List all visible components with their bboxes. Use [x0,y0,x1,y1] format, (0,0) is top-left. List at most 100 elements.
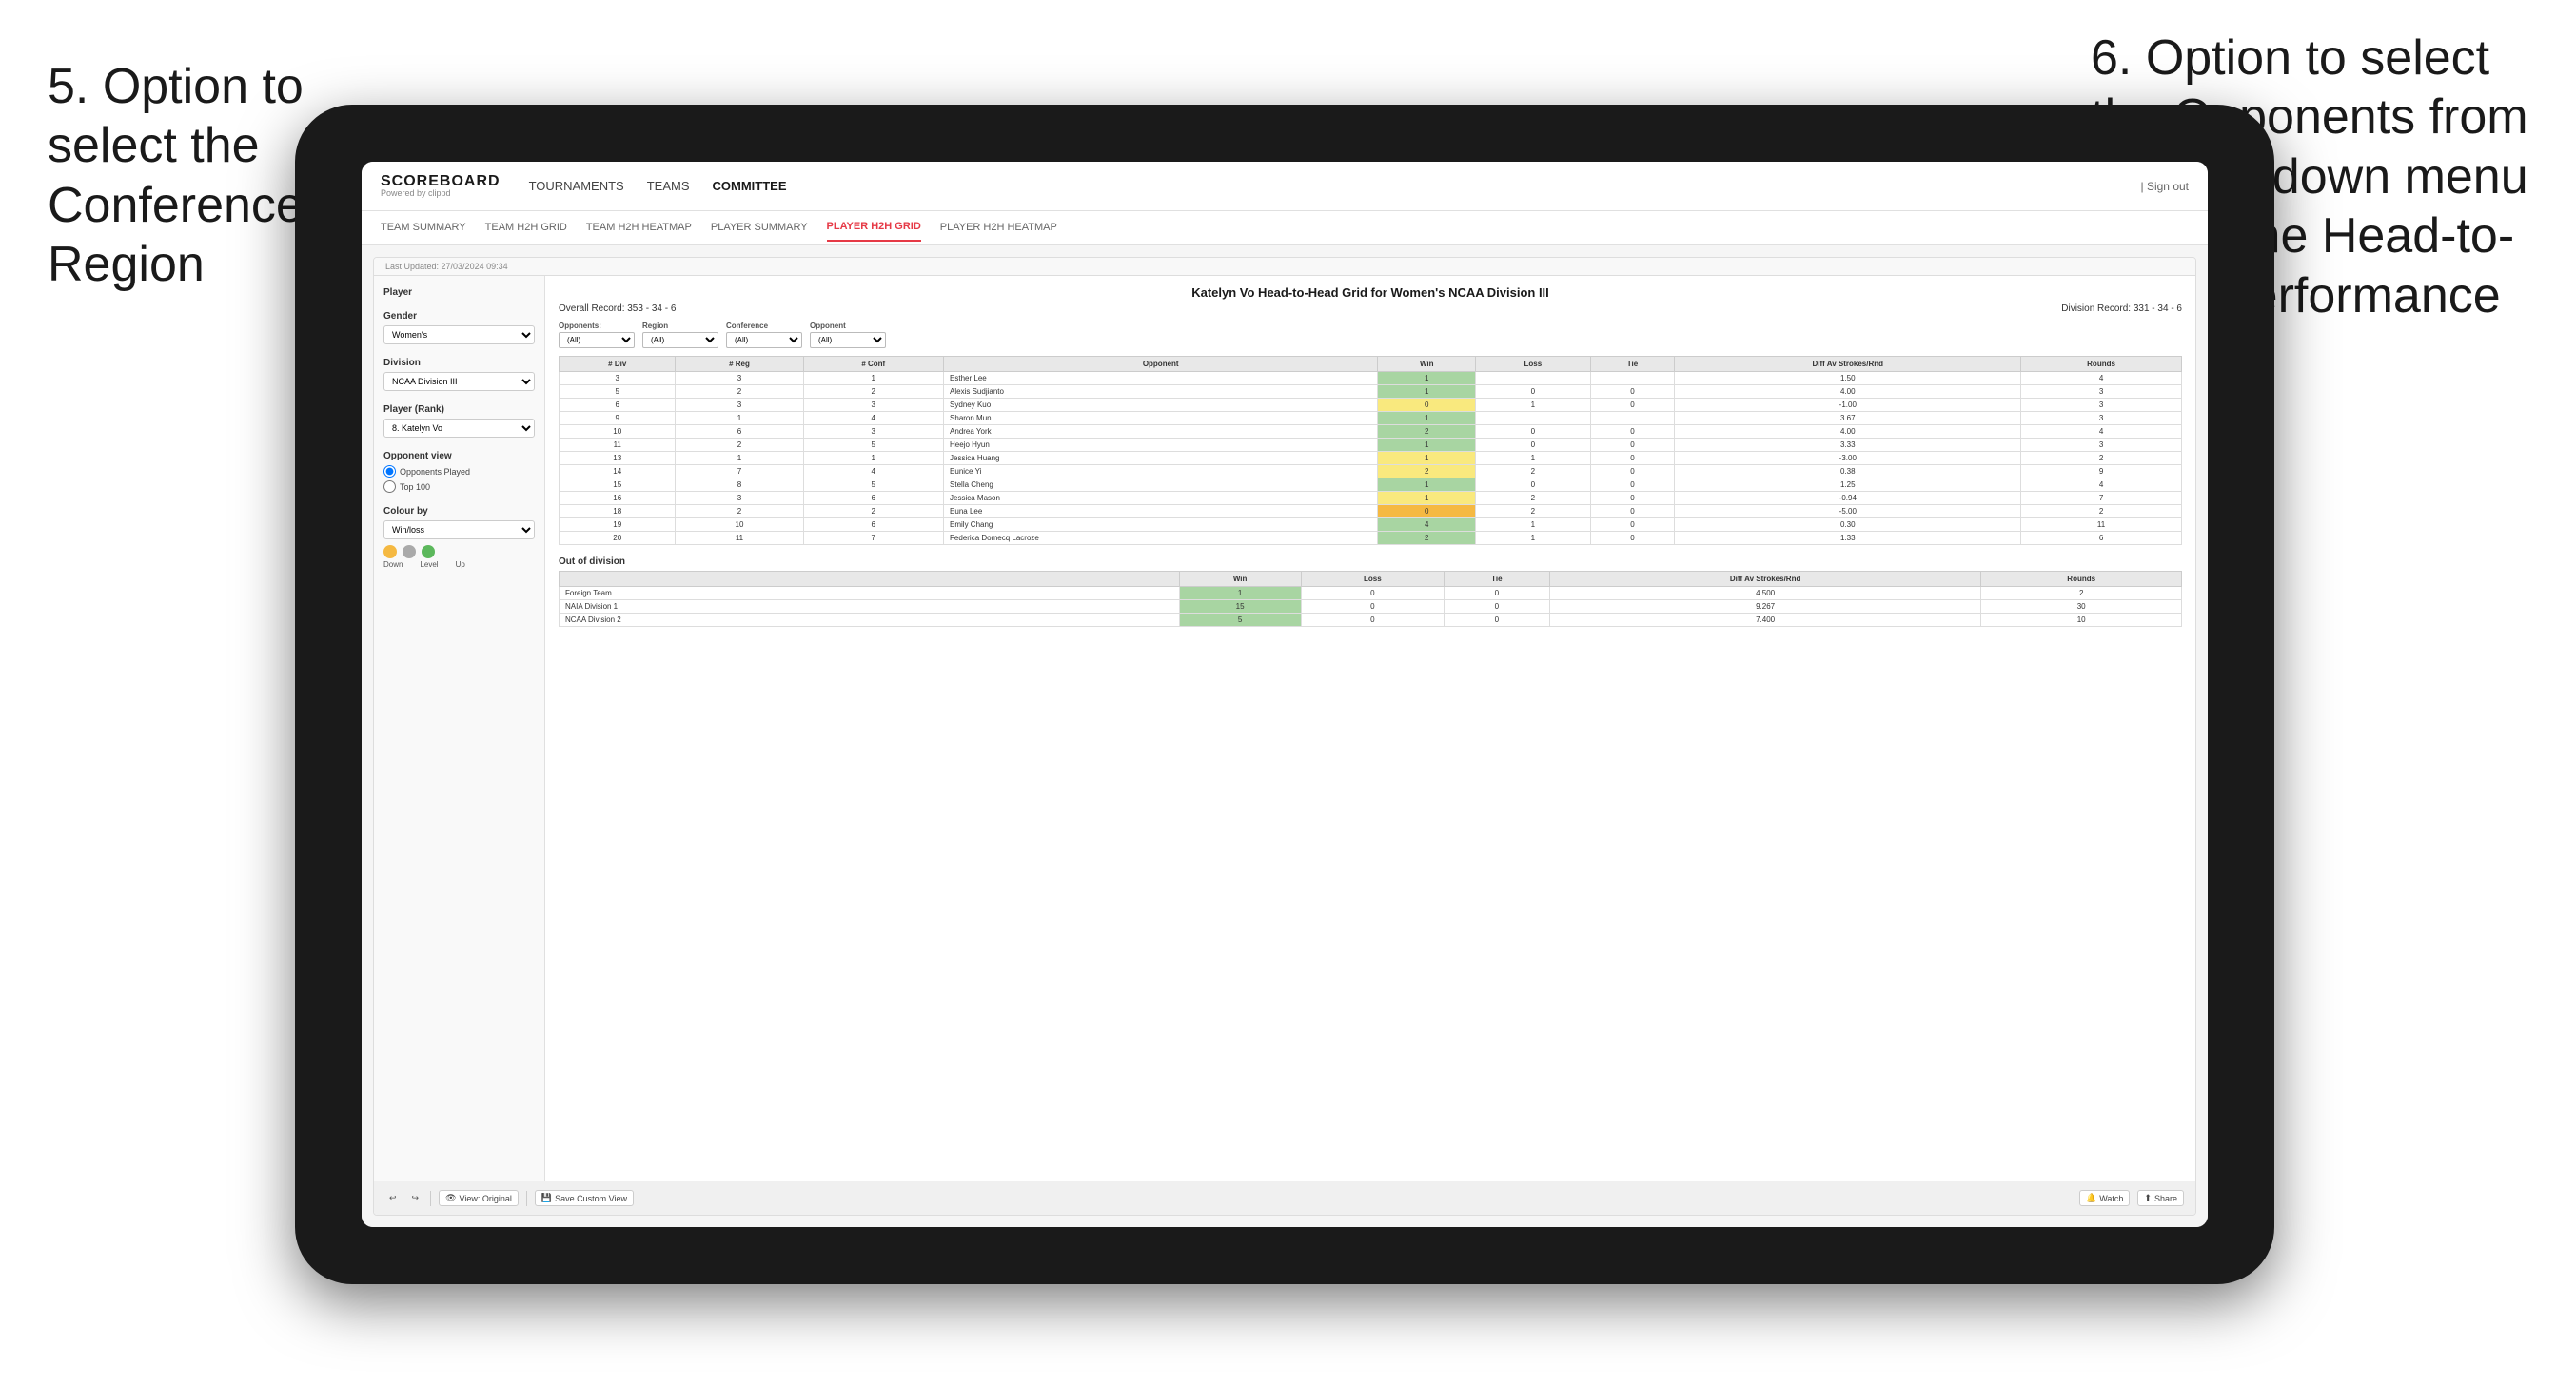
radio-top100[interactable]: Top 100 [383,480,535,493]
subnav-team-h2h-grid[interactable]: TEAM H2H GRID [485,214,567,241]
player-rank-section: Player (Rank) 8. Katelyn Vo [383,404,535,438]
cell-diff: 0.38 [1675,465,2021,478]
subnav-player-h2h-grid[interactable]: PLAYER H2H GRID [827,213,921,242]
save-custom-label: Save Custom View [555,1194,627,1203]
opponent-filter-group: Opponent (All) [810,322,886,348]
gender-section: Gender Women's [383,311,535,344]
cell-opponent: Heejo Hyun [944,439,1378,452]
division-record: Division Record: 331 - 34 - 6 [2061,303,2182,314]
cell-div: 20 [560,532,676,545]
cell-rounds: 7 [2021,492,2182,505]
report-title: Katelyn Vo Head-to-Head Grid for Women's… [559,285,2182,300]
opponents-dropdown[interactable]: (All) [559,332,635,348]
col-conf: # Conf [803,357,944,372]
cell-loss [1476,412,1590,425]
cell-diff: -1.00 [1675,399,2021,412]
table-row: 16 3 6 Jessica Mason 1 2 0 -0.94 7 [560,492,2182,505]
out-of-division-table: Win Loss Tie Diff Av Strokes/Rnd Rounds … [559,571,2182,627]
toolbar-divider-2 [526,1191,527,1206]
nav-teams[interactable]: TEAMS [647,175,690,197]
bottom-toolbar: ↩ ↪ 👁 View: Original 💾 Save Custom View [374,1181,2195,1215]
cell-rounds: 4 [2021,372,2182,385]
ood-cell-rounds: 2 [1981,587,2182,600]
watch-btn[interactable]: 🔔 Watch [2079,1190,2130,1206]
gender-dropdown[interactable]: Women's [383,325,535,344]
cell-loss: 0 [1476,385,1590,399]
gender-label: Gender [383,311,535,322]
subnav-player-h2h-heatmap[interactable]: PLAYER H2H HEATMAP [940,214,1057,241]
overall-record: Overall Record: 353 - 34 - 6 [559,303,676,314]
cell-rounds: 6 [2021,532,2182,545]
save-custom-btn[interactable]: 💾 Save Custom View [535,1190,634,1206]
region-dropdown[interactable]: (All) [642,332,718,348]
radio-top100-input[interactable] [383,480,396,493]
tablet-device: SCOREBOARD Powered by clippd TOURNAMENTS… [295,105,2274,1284]
ood-cell-name: Foreign Team [560,587,1180,600]
filter-row: Opponents: (All) Region (All) [559,322,2182,348]
cell-tie: 0 [1590,425,1675,439]
record-row: Overall Record: 353 - 34 - 6 Division Re… [559,303,2182,314]
cell-tie: 0 [1590,385,1675,399]
cell-opponent: Emily Chang [944,518,1378,532]
report-area: Last Updated: 27/03/2024 09:34 Player Ge… [373,257,2196,1216]
cell-loss: 0 [1476,425,1590,439]
subnav-team-h2h-heatmap[interactable]: TEAM H2H HEATMAP [586,214,692,241]
player-section: Player [383,287,535,298]
subnav-player-summary[interactable]: PLAYER SUMMARY [711,214,808,241]
radio-opponents-played[interactable]: Opponents Played [383,465,535,478]
out-of-division-label: Out of division [559,556,2182,567]
conference-dropdown[interactable]: (All) [726,332,802,348]
ood-cell-name: NAIA Division 1 [560,600,1180,614]
cell-opponent: Eunice Yi [944,465,1378,478]
redo-btn[interactable]: ↪ [408,1191,423,1205]
subnav-team-summary[interactable]: TEAM SUMMARY [381,214,466,241]
division-section: Division NCAA Division III [383,358,535,391]
cell-loss: 1 [1476,452,1590,465]
cell-conf: 1 [803,452,944,465]
colour-by-dropdown[interactable]: Win/loss [383,520,535,539]
division-dropdown[interactable]: NCAA Division III [383,372,535,391]
conference-filter-label: Conference [726,322,802,330]
share-icon: ⬆ [2144,1193,2152,1203]
cell-div: 16 [560,492,676,505]
nav-committee[interactable]: COMMITTEE [713,175,787,197]
tablet-screen: SCOREBOARD Powered by clippd TOURNAMENTS… [362,162,2208,1227]
view-original-btn[interactable]: 👁 View: Original [439,1190,519,1206]
eye-icon: 👁 [445,1193,456,1203]
cell-rounds: 3 [2021,439,2182,452]
player-rank-dropdown[interactable]: 8. Katelyn Vo [383,419,535,438]
opponents-filter-group: Opponents: (All) [559,322,635,348]
ood-col-rounds: Rounds [1981,572,2182,587]
watch-label: Watch [2099,1194,2123,1203]
nav-tournaments[interactable]: TOURNAMENTS [529,175,624,197]
player-rank-label: Player (Rank) [383,404,535,415]
table-row: 3 3 1 Esther Lee 1 1.50 4 [560,372,2182,385]
cell-tie: 0 [1590,452,1675,465]
logo-subtext: Powered by clippd [381,189,501,198]
cell-diff: -0.94 [1675,492,2021,505]
cell-tie [1590,412,1675,425]
cell-conf: 7 [803,532,944,545]
cell-diff: 0.30 [1675,518,2021,532]
ood-cell-win: 5 [1179,614,1301,627]
left-panel: Player Gender Women's Division NCAA Divi… [374,276,545,1181]
cell-div: 5 [560,385,676,399]
cell-reg: 3 [676,372,803,385]
share-btn[interactable]: ⬆ Share [2137,1190,2184,1206]
cell-div: 11 [560,439,676,452]
colour-by-section: Colour by Win/loss Down Le [383,506,535,569]
watch-icon: 🔔 [2086,1193,2096,1203]
ood-cell-tie: 0 [1444,600,1549,614]
ood-cell-diff: 9.267 [1549,600,1981,614]
main-nav: TOURNAMENTS TEAMS COMMITTEE [529,175,2113,197]
radio-opponents-played-input[interactable] [383,465,396,478]
undo-btn[interactable]: ↩ [385,1191,401,1205]
cell-loss: 2 [1476,505,1590,518]
cell-loss: 2 [1476,492,1590,505]
opponent-dropdown[interactable]: (All) [810,332,886,348]
cell-loss [1476,372,1590,385]
cell-loss: 1 [1476,518,1590,532]
cell-win: 2 [1378,425,1476,439]
division-label: Division [383,358,535,368]
cell-win: 0 [1378,399,1476,412]
